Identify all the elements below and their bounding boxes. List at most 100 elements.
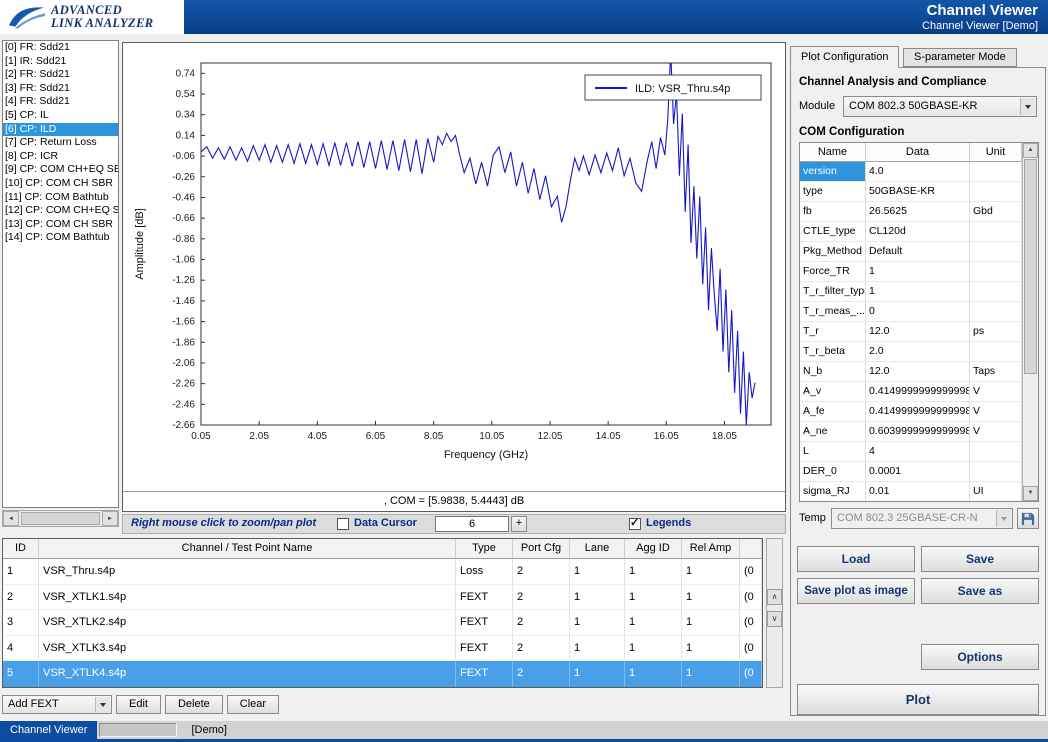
com-param-value[interactable]: 0.01: [866, 482, 970, 502]
scroll-up-icon[interactable]: ▲: [1023, 143, 1038, 158]
com-table-row[interactable]: T_r12.0ps: [800, 322, 1022, 342]
scroll-up-button[interactable]: ∧: [767, 589, 782, 605]
add-fext-dropdown[interactable]: Add FEXT: [2, 695, 112, 714]
plot-button[interactable]: Plot: [797, 684, 1039, 715]
com-table-row[interactable]: type50GBASE-KR: [800, 182, 1022, 202]
signal-list-item[interactable]: [0] FR: Sdd21: [3, 41, 118, 55]
signal-list-item[interactable]: [6] CP: ILD: [3, 123, 118, 137]
channel-table-header-cell[interactable]: Rel Amp: [682, 539, 740, 559]
channel-table-header-cell[interactable]: Channel / Test Point Name: [39, 539, 456, 559]
com-table-header-cell[interactable]: Data: [866, 143, 970, 162]
com-param-value[interactable]: 12.0: [866, 362, 970, 382]
save-plot-as-image-button[interactable]: Save plot as image: [797, 578, 915, 604]
com-table-row[interactable]: version4.0: [800, 162, 1022, 182]
com-table-header-cell[interactable]: Name: [800, 143, 866, 162]
com-param-value[interactable]: 12.0: [866, 322, 970, 342]
com-param-value[interactable]: 0.0001: [866, 462, 970, 482]
channel-table-header-cell[interactable]: Port Cfg: [513, 539, 570, 559]
com-table-row[interactable]: T_r_beta2.0: [800, 342, 1022, 362]
options-button[interactable]: Options: [921, 644, 1039, 670]
signal-list-item[interactable]: [9] CP: COM CH+EQ SB: [3, 163, 118, 177]
signal-list-item[interactable]: [2] FR: Sdd21: [3, 68, 118, 82]
channel-table-row[interactable]: 1VSR_Thru.s4pLoss2111(0: [3, 559, 762, 585]
com-table-row[interactable]: T_r_meas_...0: [800, 302, 1022, 322]
channel-table-scrollbar[interactable]: ∧ ∨: [766, 538, 783, 688]
signal-list-item[interactable]: [12] CP: COM CH+EQ S: [3, 204, 118, 218]
delete-button[interactable]: Delete: [165, 695, 223, 714]
scroll-right-icon[interactable]: ►: [102, 511, 118, 526]
com-param-value[interactable]: 1: [866, 282, 970, 302]
increment-button[interactable]: +: [511, 516, 527, 532]
signal-list-item[interactable]: [11] CP: COM Bathtub: [3, 191, 118, 205]
com-table-row[interactable]: A_v0.4149999999999998V: [800, 382, 1022, 402]
save-template-button[interactable]: [1017, 508, 1039, 529]
scroll-down-icon[interactable]: ▼: [1023, 486, 1038, 501]
signal-list-item[interactable]: [10] CP: COM CH SBR: [3, 177, 118, 191]
data-cursor-checkbox[interactable]: [337, 518, 349, 530]
com-table-row[interactable]: DER_00.0001: [800, 462, 1022, 482]
y-axis-label: Amplitude [dB]: [134, 208, 146, 280]
signal-list-item[interactable]: [5] CP: IL: [3, 109, 118, 123]
com-table-row[interactable]: Pkg_MethodDefault: [800, 242, 1022, 262]
clear-button[interactable]: Clear: [227, 695, 279, 714]
com-table-row[interactable]: CTLE_typeCL120d: [800, 222, 1022, 242]
signal-list-item[interactable]: [13] CP: COM CH SBR: [3, 218, 118, 232]
signal-list-hscrollbar[interactable]: ◄ ►: [2, 510, 119, 527]
hscroll-track[interactable]: [19, 511, 102, 526]
x-tick-label: 6.05: [366, 431, 386, 442]
ild-chart[interactable]: 0.740.540.340.14-0.06-0.26-0.46-0.66-0.8…: [123, 43, 785, 491]
tab-plot-configuration[interactable]: Plot Configuration: [790, 46, 899, 68]
load-button[interactable]: Load: [797, 546, 915, 572]
com-table-header-cell[interactable]: Unit: [970, 143, 1022, 162]
com-table-row[interactable]: T_r_filter_type1: [800, 282, 1022, 302]
vscroll-thumb[interactable]: [1024, 159, 1037, 374]
com-table-row[interactable]: fb26.5625Gbd: [800, 202, 1022, 222]
hscroll-thumb[interactable]: [21, 512, 100, 525]
com-param-value[interactable]: 26.5625: [866, 202, 970, 222]
plot-frame[interactable]: [201, 63, 771, 425]
signal-list-item[interactable]: [1] IR: Sdd21: [3, 55, 118, 69]
save-button[interactable]: Save: [921, 546, 1039, 572]
module-dropdown[interactable]: COM 802.3 50GBASE-KR: [843, 96, 1037, 117]
com-param-value[interactable]: 0.6039999999999998: [866, 422, 970, 442]
cursor-count-input[interactable]: [435, 516, 509, 532]
com-table-row[interactable]: A_ne0.6039999999999998V: [800, 422, 1022, 442]
channel-table-header-cell[interactable]: Type: [456, 539, 513, 559]
edit-button[interactable]: Edit: [116, 695, 161, 714]
com-param-value[interactable]: 2.0: [866, 342, 970, 362]
com-param-value[interactable]: 1: [866, 262, 970, 282]
com-param-value[interactable]: 0.4149999999999998: [866, 382, 970, 402]
com-param-value[interactable]: 50GBASE-KR: [866, 182, 970, 202]
com-table-row[interactable]: L4: [800, 442, 1022, 462]
channel-table-header-cell[interactable]: [740, 539, 762, 559]
status-tab-channel-viewer[interactable]: Channel Viewer: [0, 721, 97, 739]
channel-table-header-cell[interactable]: Agg ID: [625, 539, 682, 559]
signal-list-item[interactable]: [7] CP: Return Loss: [3, 136, 118, 150]
channel-table-header-cell[interactable]: Lane: [570, 539, 625, 559]
channel-table-row[interactable]: 4VSR_XTLK3.s4pFEXT2111(0: [3, 636, 762, 662]
channel-table-row[interactable]: 3VSR_XTLK2.s4pFEXT2111(0: [3, 610, 762, 636]
channel-table-row[interactable]: 2VSR_XTLK1.s4pFEXT2111(0: [3, 585, 762, 611]
tab-s-parameter-mode[interactable]: S-parameter Mode: [903, 48, 1017, 67]
legends-checkbox[interactable]: ✓: [629, 518, 641, 530]
signal-list-item[interactable]: [8] CP: ICR: [3, 150, 118, 164]
com-param-value[interactable]: 4: [866, 442, 970, 462]
scroll-left-icon[interactable]: ◄: [3, 511, 19, 526]
channel-table-row[interactable]: 5VSR_XTLK4.s4pFEXT2111(0: [3, 661, 762, 687]
signal-list-item[interactable]: [3] FR: Sdd21: [3, 82, 118, 96]
signal-list-item[interactable]: [4] FR: Sdd21: [3, 95, 118, 109]
save-as-button[interactable]: Save as: [921, 578, 1039, 604]
com-param-value[interactable]: 0.4149999999999998: [866, 402, 970, 422]
com-table-row[interactable]: A_fe0.4149999999999998V: [800, 402, 1022, 422]
com-table-scrollbar[interactable]: ▲ ▼: [1022, 143, 1038, 501]
com-param-value[interactable]: CL120d: [866, 222, 970, 242]
com-param-value[interactable]: 4.0: [866, 162, 970, 182]
channel-table-header-cell[interactable]: ID: [3, 539, 39, 559]
com-table-row[interactable]: N_b12.0Taps: [800, 362, 1022, 382]
scroll-down-button[interactable]: ∨: [767, 611, 782, 627]
com-param-value[interactable]: 0: [866, 302, 970, 322]
com-param-value[interactable]: Default: [866, 242, 970, 262]
com-table-row[interactable]: Force_TR1: [800, 262, 1022, 282]
com-table-row[interactable]: sigma_RJ0.01UI: [800, 482, 1022, 502]
signal-list-item[interactable]: [14] CP: COM Bathtub: [3, 231, 118, 245]
